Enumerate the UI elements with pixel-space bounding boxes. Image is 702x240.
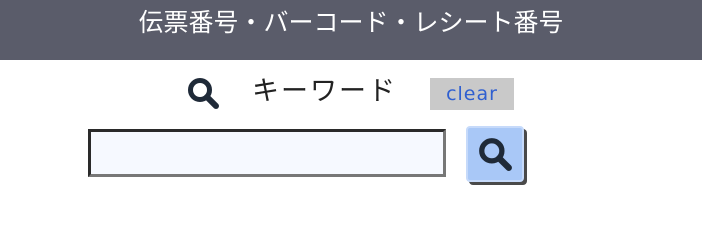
search-icon [186, 76, 220, 110]
keyword-row: キーワード clear [0, 72, 702, 114]
search-input[interactable] [88, 129, 446, 177]
clear-button[interactable]: clear [430, 78, 514, 110]
search-button[interactable] [466, 126, 524, 182]
page-header: 伝票番号・バーコード・レシート番号 [0, 0, 702, 60]
page-title: 伝票番号・バーコード・レシート番号 [138, 8, 564, 37]
keyword-label: キーワード [252, 76, 397, 107]
